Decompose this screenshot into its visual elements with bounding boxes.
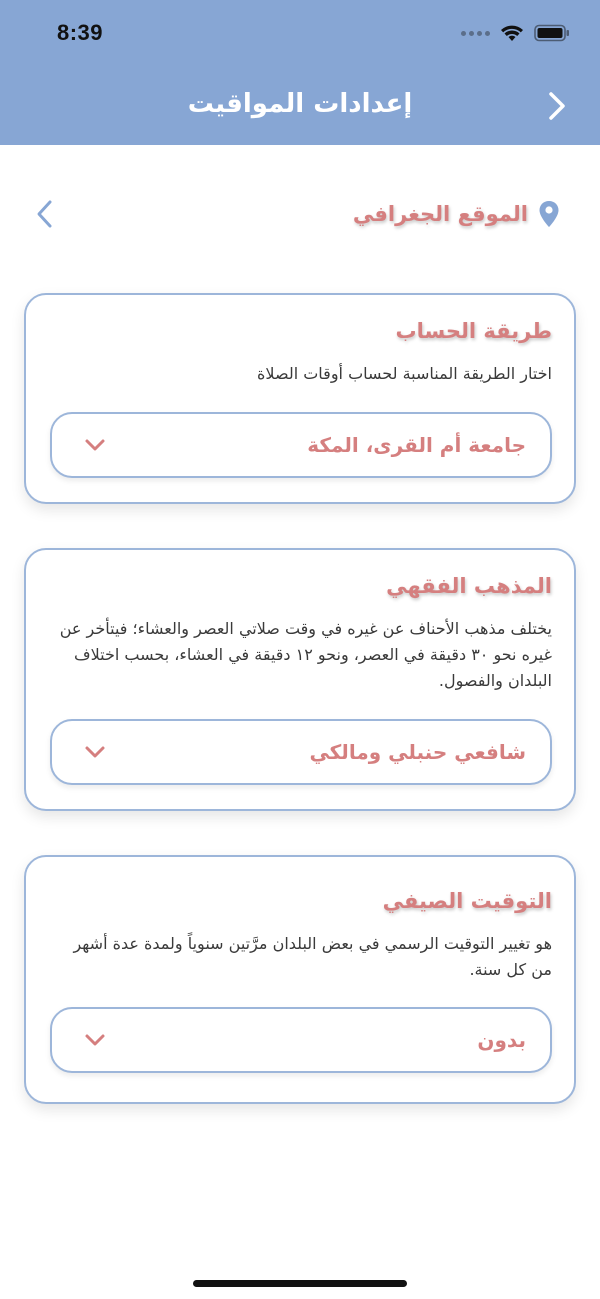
- page-title: إعدادات المواقيت: [187, 89, 413, 119]
- home-indicator[interactable]: [193, 1280, 407, 1287]
- card-description: يختلف مذهب الأحناف عن غيره في وقت صلاتي …: [59, 619, 552, 690]
- card-description: اختار الطريقة المناسبة لحساب أوقات الصلا…: [257, 364, 552, 383]
- status-time: 8:39: [57, 20, 104, 45]
- back-button[interactable]: [542, 88, 572, 124]
- card-title: التوقيت الصيفي: [382, 889, 552, 913]
- calculation-method-card: طريقة الحساب اختار الطريقة المناسبة لحسا…: [24, 293, 576, 504]
- screen: 8:39 إعدادات المواقيت الموقع الجغرافي طر…: [0, 0, 600, 1299]
- madhab-select[interactable]: شافعي حنبلي ومالكي: [50, 719, 552, 785]
- daylight-saving-select[interactable]: بدون: [50, 1007, 552, 1073]
- map-pin-icon: [539, 201, 559, 227]
- chevron-left-icon: [37, 200, 52, 228]
- battery-icon: [534, 24, 569, 42]
- signal-icon: [461, 30, 490, 36]
- location-row[interactable]: الموقع الجغرافي: [24, 192, 560, 236]
- app-header: 8:39 إعدادات المواقيت: [0, 0, 600, 145]
- daylight-saving-card: التوقيت الصيفي هو تغيير التوقيت الرسمي ف…: [24, 855, 576, 1104]
- chevron-right-icon: [549, 92, 565, 120]
- wifi-icon: [501, 25, 523, 41]
- select-value: بدون: [477, 1028, 526, 1052]
- select-value: جامعة أم القرى، المكة: [307, 433, 526, 457]
- chevron-down-icon: [85, 1034, 105, 1046]
- chevron-down-icon: [85, 439, 105, 451]
- card-title: المذهب الفقهي: [386, 574, 552, 598]
- card-title: طريقة الحساب: [395, 319, 552, 343]
- location-label: الموقع الجغرافي: [352, 202, 528, 226]
- status-icons: [461, 22, 570, 44]
- calculation-method-select[interactable]: جامعة أم القرى، المكة: [50, 412, 552, 478]
- select-value: شافعي حنبلي ومالكي: [309, 740, 526, 764]
- card-description: هو تغيير التوقيت الرسمي في بعض البلدان م…: [73, 934, 552, 979]
- chevron-down-icon: [85, 746, 105, 758]
- madhab-card: المذهب الفقهي يختلف مذهب الأحناف عن غيره…: [24, 548, 576, 811]
